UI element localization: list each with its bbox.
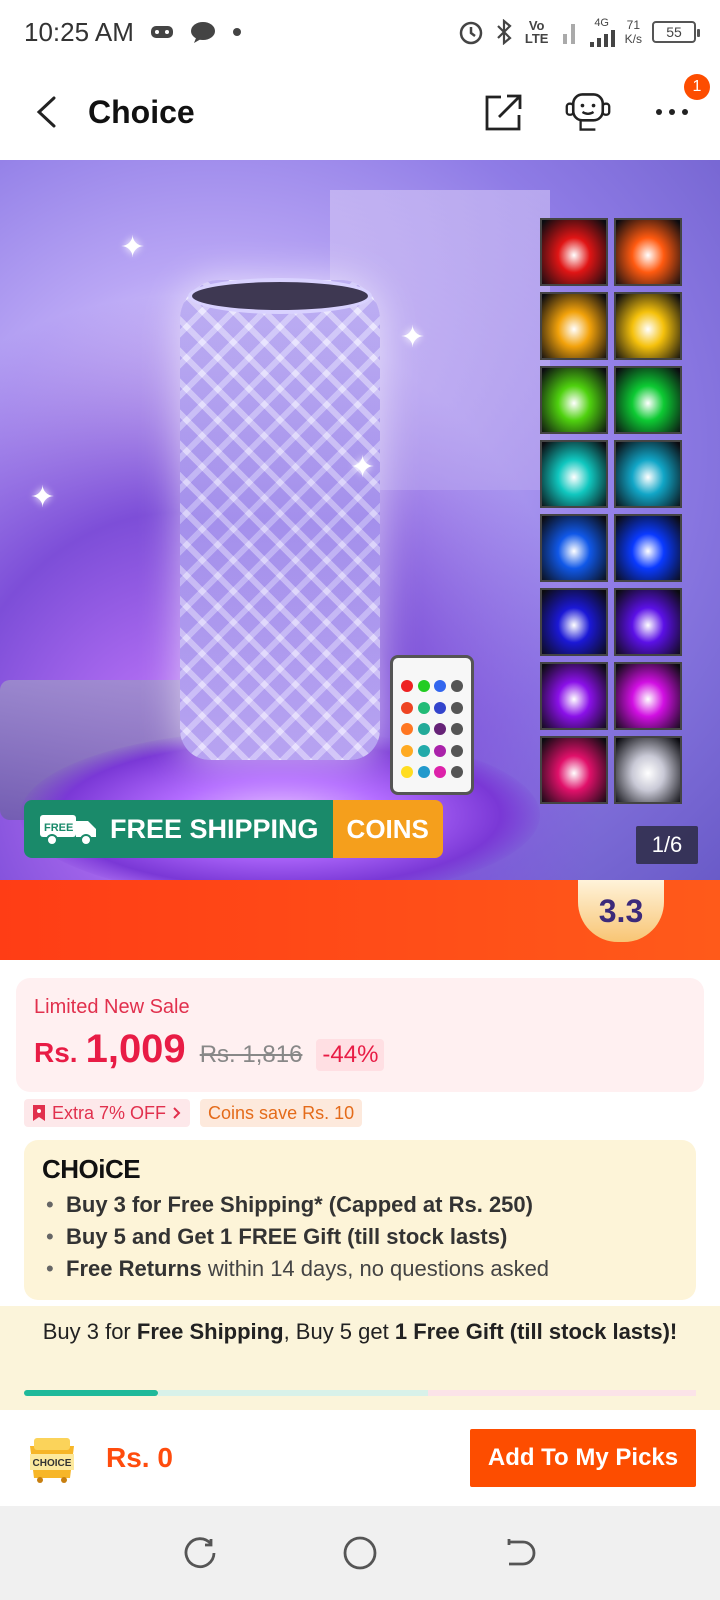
chevron-left-icon xyxy=(36,96,56,128)
network-label: 4G xyxy=(594,16,609,29)
benefit-item: Free Returns within 14 days, no question… xyxy=(42,1253,678,1285)
gamepad-icon xyxy=(150,23,174,41)
benefit-item: Buy 5 and Get 1 FREE Gift (till stock la… xyxy=(42,1221,678,1253)
cart-label: CHOICE xyxy=(33,1458,72,1469)
battery-level: 55 xyxy=(666,24,682,40)
extra-off-label: Extra 7% OFF xyxy=(52,1102,167,1123)
add-to-picks-button[interactable]: Add To My Picks xyxy=(470,1429,696,1487)
choice-benefits-card: CHOiCE Buy 3 for Free Shipping* (Capped … xyxy=(24,1140,696,1300)
more-dots-icon xyxy=(656,109,688,115)
system-nav-bar xyxy=(0,1506,720,1600)
color-swatch xyxy=(540,736,608,804)
choice-logo: CHOiCE xyxy=(42,1154,141,1184)
customer-service-button[interactable] xyxy=(564,88,612,136)
color-swatch xyxy=(614,662,682,730)
color-swatch xyxy=(614,218,682,286)
back-arrow-icon xyxy=(507,1539,536,1566)
choice-benefits-list: Buy 3 for Free Shipping* (Capped at Rs. … xyxy=(42,1189,678,1285)
chat-bubble-icon xyxy=(190,21,216,43)
color-swatch xyxy=(614,440,682,508)
color-swatch xyxy=(614,736,682,804)
color-swatch xyxy=(540,514,608,582)
share-icon xyxy=(485,94,522,131)
color-swatch xyxy=(614,292,682,360)
sale-event-badge: 3.3 xyxy=(578,880,664,942)
bundle-progress-bar xyxy=(24,1390,696,1396)
sparkle-icon: ✦ xyxy=(400,321,426,354)
net-speed: 71 K/s xyxy=(625,18,642,46)
signal-weak-icon xyxy=(561,20,579,44)
status-time: 10:25 AM xyxy=(24,16,134,47)
color-swatch xyxy=(540,588,608,656)
notification-badge: 1 xyxy=(684,74,710,100)
offer-tags: Extra 7% OFF Coins save Rs. 10 xyxy=(24,1099,363,1127)
coins-label: COINS xyxy=(332,800,443,858)
color-swatch xyxy=(540,662,608,730)
truck-icon: FREE xyxy=(38,811,100,847)
choice-cart-button[interactable]: CHOICE xyxy=(24,1430,80,1486)
cart-total: Rs. 0 xyxy=(106,1442,173,1473)
free-tag: FREE xyxy=(44,822,73,834)
benefit-item: Buy 3 for Free Shipping* (Capped at Rs. … xyxy=(42,1189,678,1221)
chevron-right-icon xyxy=(173,1107,181,1119)
share-button[interactable] xyxy=(480,88,528,136)
progress-remaining xyxy=(428,1390,696,1396)
bundle-offer-text: Buy 3 for Free Shipping, Buy 5 get 1 Fre… xyxy=(42,1319,678,1344)
net-speed-value: 71 xyxy=(626,18,640,32)
battery-icon: 55 xyxy=(652,21,700,43)
dot-icon xyxy=(232,27,242,37)
color-swatch xyxy=(614,514,682,582)
home-button[interactable] xyxy=(336,1529,384,1577)
color-swatches xyxy=(540,218,682,804)
color-swatch xyxy=(540,366,608,434)
recents-button[interactable] xyxy=(176,1529,224,1577)
promo-strip: 3.3 xyxy=(0,880,720,960)
support-robot-icon xyxy=(565,93,611,131)
coins-save-tag: Coins save Rs. 10 xyxy=(200,1099,363,1127)
home-circle-icon xyxy=(343,1536,377,1570)
recents-icon xyxy=(184,1537,216,1569)
crystal-lamp-image xyxy=(180,280,380,760)
color-swatch xyxy=(540,292,608,360)
current-price: 1,009 xyxy=(85,1027,186,1071)
status-bar: 10:25 AM Vo LTE 4G 71 K/s 55 xyxy=(0,0,720,64)
free-shipping-banner: FREE FREE SHIPPING COINS xyxy=(24,800,443,858)
color-swatch xyxy=(540,440,608,508)
bottom-action-bar: CHOICE Rs. 0 Add To My Picks xyxy=(0,1410,720,1506)
more-menu-button[interactable]: 1 xyxy=(648,74,710,136)
color-swatch xyxy=(614,588,682,656)
volte-icon: Vo LTE xyxy=(524,18,549,46)
signal-4g-icon: 4G xyxy=(589,16,615,47)
top-header: Choice 1 xyxy=(0,64,720,160)
color-swatch xyxy=(614,366,682,434)
price-currency: Rs. xyxy=(34,1037,78,1068)
system-back-button[interactable] xyxy=(496,1529,544,1577)
sparkle-icon: ✦ xyxy=(120,231,146,264)
discount-badge: -44% xyxy=(316,1039,385,1071)
sparkle-icon: ✦ xyxy=(30,481,56,514)
remote-control-image xyxy=(390,655,474,795)
original-price: Rs. 1,816 xyxy=(199,1041,303,1068)
bluetooth-icon xyxy=(495,19,513,45)
alarm-icon xyxy=(457,18,485,46)
choice-cart-icon: CHOICE xyxy=(30,1438,74,1483)
progress-segment xyxy=(158,1390,429,1396)
sparkle-icon: ✦ xyxy=(350,451,376,484)
product-image-carousel[interactable]: ✦ ✦ ✦ ✦ xyxy=(0,160,720,880)
back-button[interactable] xyxy=(24,90,68,134)
free-shipping-label-box: FREE FREE SHIPPING xyxy=(24,800,333,858)
progress-fill xyxy=(24,1390,159,1396)
page-title: Choice xyxy=(88,93,195,130)
color-swatch xyxy=(540,218,608,286)
net-speed-unit: K/s xyxy=(624,32,642,46)
lamp-top xyxy=(188,278,372,314)
image-counter: 1/6 xyxy=(636,826,698,864)
bundle-offer-bar: Buy 3 for Free Shipping, Buy 5 get 1 Fre… xyxy=(0,1306,720,1410)
coupon-icon xyxy=(33,1105,45,1121)
sale-label: Limited New Sale xyxy=(34,996,190,1018)
free-shipping-text: FREE SHIPPING xyxy=(110,813,319,844)
extra-off-tag[interactable]: Extra 7% OFF xyxy=(24,1099,191,1127)
price-card: Limited New Sale Rs. 1,009 Rs. 1,816 -44… xyxy=(16,978,704,1092)
